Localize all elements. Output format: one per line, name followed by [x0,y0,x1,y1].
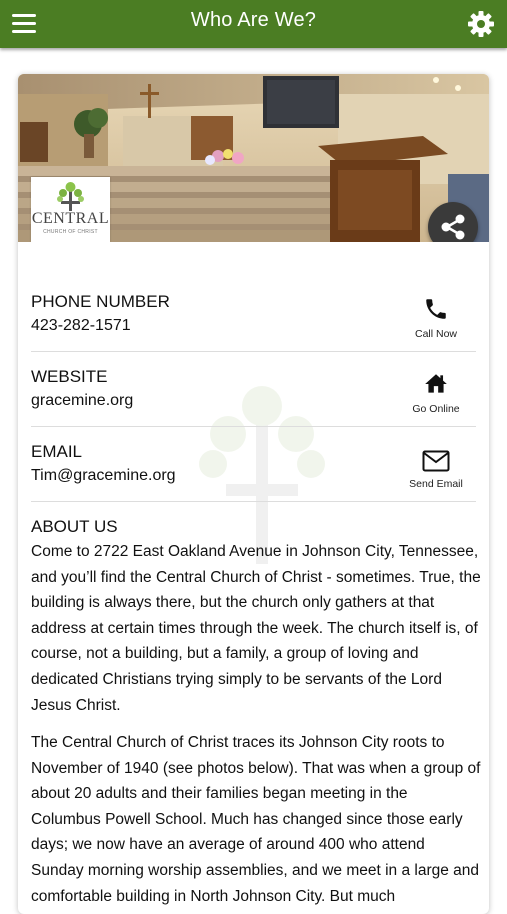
share-icon[interactable] [428,202,478,242]
divider [31,501,476,502]
phone-value[interactable]: 423-282-1571 [31,317,131,335]
church-logo: CENTRAL CHURCH OF CHRIST [31,177,110,242]
home-icon [425,374,447,393]
church-photo: CENTRAL CHURCH OF CHRIST [18,74,489,242]
app-header: Who Are We? [0,0,507,48]
website-value[interactable]: gracemine.org [31,392,133,410]
about-title: ABOUT US [31,517,118,536]
go-online-button[interactable]: Go Online [396,371,476,419]
go-online-label: Go Online [412,403,460,415]
divider [31,351,476,352]
phone-icon [426,299,446,319]
gear-icon[interactable] [467,10,495,38]
profile-card: CENTRAL CHURCH OF CHRIST PHONE NUMBER 42… [18,74,489,914]
email-value[interactable]: Tim@gracemine.org [31,467,176,485]
about-paragraph: The Central Church of Christ traces its … [31,734,481,905]
email-label: EMAIL [31,442,83,461]
page-title: Who Are We? [190,9,317,31]
logo-name: CENTRAL [31,210,110,227]
phone-label: PHONE NUMBER [31,292,170,311]
send-email-button[interactable]: Send Email [396,446,476,494]
call-now-label: Call Now [414,328,457,340]
send-email-label: Send Email [409,478,463,490]
call-now-button[interactable]: Call Now [396,296,476,344]
about-paragraph: Come to 2722 East Oakland Avenue in John… [31,543,481,714]
logo-tagline: CHURCH OF CHRIST [43,229,98,235]
envelope-icon [422,450,450,472]
website-label: WEBSITE [31,367,108,386]
divider [31,426,476,427]
